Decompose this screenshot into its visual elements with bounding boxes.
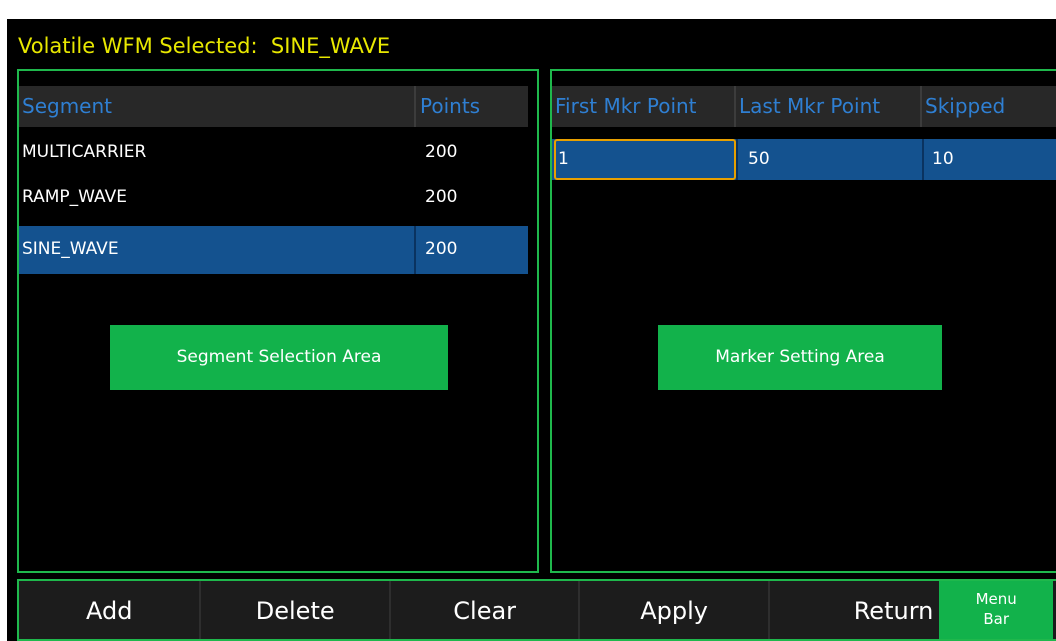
segment-row-selected[interactable]: SINE_WAVE 200 — [19, 226, 528, 274]
title-bar: Volatile WFM Selected: SINE_WAVE — [7, 19, 1056, 67]
softkey-menu-bar: Add Delete Clear Apply Return Menu Bar — [17, 579, 1056, 641]
points-column-header[interactable]: Points — [416, 86, 528, 127]
marker-table-header: First Mkr Point Last Mkr Point Skipped — [552, 86, 1056, 127]
instrument-screen: Volatile WFM Selected: SINE_WAVE Segment… — [7, 19, 1056, 641]
delete-button[interactable]: Delete — [201, 581, 391, 639]
segment-selection-area-label: Segment Selection Area — [110, 325, 448, 390]
marker-panel: First Mkr Point Last Mkr Point Skipped 1… — [550, 69, 1056, 573]
segment-row[interactable]: MULTICARRIER 200 — [19, 132, 528, 173]
apply-button[interactable]: Apply — [580, 581, 770, 639]
last-mkr-point-field[interactable]: 50 — [736, 139, 922, 180]
segment-name-cell: MULTICARRIER — [22, 142, 147, 162]
menu-bar-label-line2: Bar — [983, 610, 1009, 628]
last-mkr-point-column-header[interactable]: Last Mkr Point — [736, 86, 922, 127]
title-label: Volatile WFM Selected: — [18, 34, 258, 58]
add-button[interactable]: Add — [19, 581, 202, 639]
segment-points-cell: 200 — [425, 187, 458, 207]
segment-table-header: Segment Points — [19, 86, 528, 127]
skipped-field[interactable]: 10 — [922, 139, 1056, 180]
clear-button[interactable]: Clear — [390, 581, 581, 639]
segment-row[interactable]: RAMP_WAVE 200 — [19, 177, 528, 218]
selected-waveform-name: SINE_WAVE — [270, 34, 391, 58]
segment-column-header[interactable]: Segment — [19, 86, 416, 127]
menu-bar-button[interactable]: Menu Bar — [939, 581, 1054, 639]
segment-name-cell: SINE_WAVE — [19, 226, 416, 274]
segment-points-cell: 200 — [425, 239, 458, 259]
first-mkr-point-column-header[interactable]: First Mkr Point — [552, 86, 736, 127]
return-button[interactable]: Return — [769, 581, 940, 639]
segment-points-cell: 200 — [425, 142, 458, 162]
marker-row: 1 50 10 — [552, 139, 1056, 180]
skipped-column-header[interactable]: Skipped — [922, 86, 1056, 127]
marker-setting-area-label: Marker Setting Area — [658, 325, 942, 390]
segment-name-cell: RAMP_WAVE — [22, 187, 127, 207]
menu-bar-label-line1: Menu — [975, 590, 1017, 608]
segment-panel: Segment Points MULTICARRIER 200 RAMP_WAV… — [17, 69, 539, 573]
first-mkr-point-field[interactable]: 1 — [554, 139, 736, 180]
